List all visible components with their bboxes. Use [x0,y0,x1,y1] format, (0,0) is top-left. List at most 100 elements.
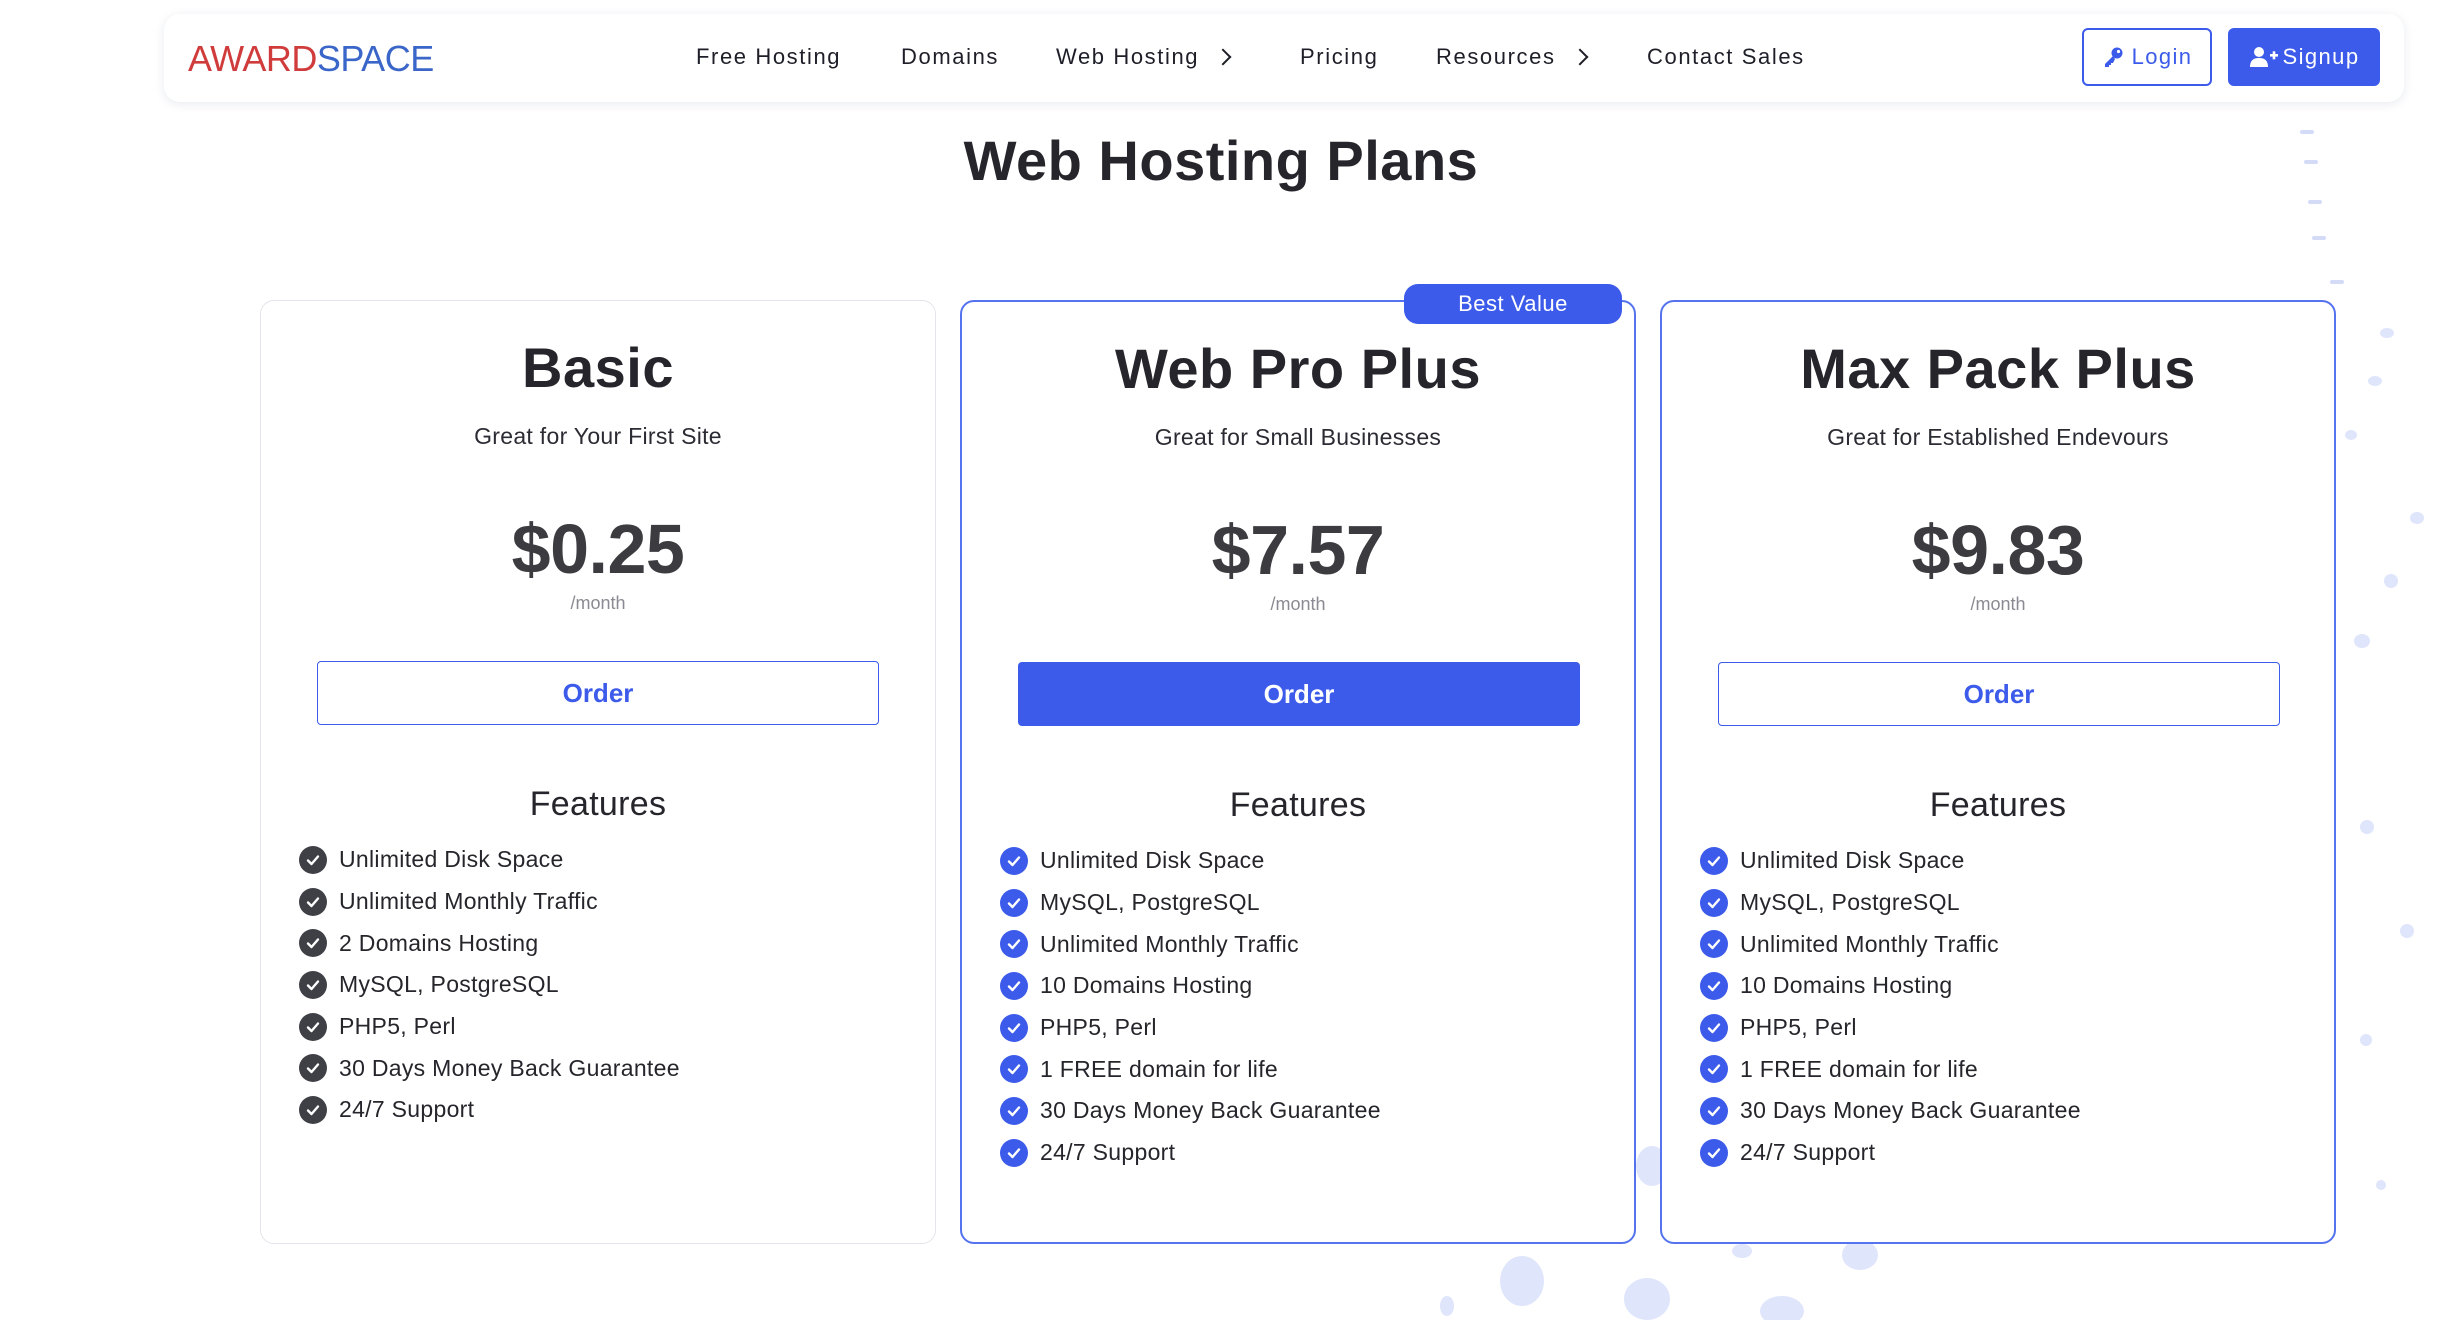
feature-label: PHP5, Perl [1740,1014,1857,1041]
feature-item: 2 Domains Hosting [299,922,680,964]
check-circle-icon [1000,888,1028,917]
signup-button[interactable]: Signup [2228,28,2380,86]
chevron-right-icon [1571,48,1589,66]
check-circle-icon [299,970,327,999]
best-value-badge: Best Value [1404,284,1622,324]
nav-web-hosting[interactable]: Web Hosting [1056,44,1232,70]
feature-label: 24/7 Support [1740,1139,1876,1166]
feature-item: MySQL, PostgreSQL [1700,882,2081,924]
plan-subtitle: Great for Small Businesses [1154,424,1442,450]
nav-label: Resources [1436,44,1556,69]
features-heading: Features [529,785,667,823]
check-circle-icon [299,929,327,958]
feature-label: Unlimited Monthly Traffic [339,888,598,915]
check-circle-icon [1700,1055,1728,1084]
plan-price: $0.25 [511,510,685,588]
feature-label: Unlimited Disk Space [1040,847,1265,874]
nav-free-hosting[interactable]: Free Hosting [696,44,841,70]
feature-label: Unlimited Disk Space [339,846,564,873]
check-circle-icon [1000,846,1028,875]
plan-subtitle: Great for Your First Site [474,423,722,449]
nav-links: Free Hosting Domains Web Hosting Pricing… [164,14,2404,102]
feature-list: Unlimited Disk Space Unlimited Monthly Tr… [299,839,680,1131]
check-circle-icon [299,1095,327,1124]
features-heading: Features [1229,786,1367,824]
plan-card-web-pro-plus: Best Value Web Pro Plus Great for Small … [960,284,1636,1244]
feature-item: Unlimited Monthly Traffic [1000,923,1381,965]
feature-label: PHP5, Perl [1040,1014,1157,1041]
check-circle-icon [1000,1013,1028,1042]
nav-label: Free Hosting [696,44,842,69]
feature-label: 30 Days Money Back Guarantee [1040,1097,1381,1124]
feature-label: 10 Domains Hosting [1040,972,1253,999]
feature-item: MySQL, PostgreSQL [299,964,680,1006]
feature-item: 30 Days Money Back Guarantee [1000,1090,1381,1132]
feature-label: 1 FREE domain for life [1740,1055,1978,1082]
feature-label: 10 Domains Hosting [1740,972,1953,999]
order-button-max-pack-plus[interactable]: Order [1718,662,2280,726]
feature-label: 2 Domains Hosting [339,929,539,956]
feature-item: PHP5, Perl [1700,1007,2081,1049]
check-circle-icon [1700,930,1728,959]
feature-label: 24/7 Support [1040,1139,1176,1166]
plan-name: Web Pro Plus [1115,337,1481,400]
check-circle-icon [1700,846,1728,875]
nav-domains[interactable]: Domains [901,44,999,70]
check-circle-icon [1700,1096,1728,1125]
check-circle-icon [299,887,327,916]
nav-label: Domains [901,44,1000,69]
feature-item: 30 Days Money Back Guarantee [299,1047,680,1089]
nav-label: Pricing [1300,44,1379,69]
check-circle-icon [299,1054,327,1083]
feature-label: 30 Days Money Back Guarantee [1740,1097,2081,1124]
plan-card-max-pack-plus: Max Pack Plus Great for Established Ende… [1660,300,2336,1244]
check-circle-icon [1700,1138,1728,1167]
feature-label: PHP5, Perl [339,1013,456,1040]
feature-label: 24/7 Support [339,1096,475,1123]
feature-label: MySQL, PostgreSQL [1740,889,1960,916]
feature-label: 30 Days Money Back Guarantee [339,1054,680,1081]
order-button-basic[interactable]: Order [317,661,879,725]
feature-item: 1 FREE domain for life [1000,1048,1381,1090]
feature-item: Unlimited Disk Space [1000,840,1381,882]
user-plus-icon [2249,47,2278,67]
nav-pricing[interactable]: Pricing [1300,44,1378,70]
feature-label: MySQL, PostgreSQL [339,971,559,998]
check-circle-icon [1000,971,1028,1000]
check-circle-icon [1000,1138,1028,1167]
check-circle-icon [1700,888,1728,917]
feature-item: PHP5, Perl [299,1006,680,1048]
chevron-right-icon [1214,48,1232,66]
feature-item: Unlimited Monthly Traffic [1700,923,2081,965]
order-button-web-pro-plus[interactable]: Order [1018,662,1580,726]
check-circle-icon [1700,971,1728,1000]
check-circle-icon [1000,1055,1028,1084]
check-circle-icon [299,845,327,874]
feature-label: MySQL, PostgreSQL [1040,889,1260,916]
signup-label: Signup [2282,44,2360,69]
feature-label: Unlimited Monthly Traffic [1040,930,1299,957]
nav-resources[interactable]: Resources [1436,44,1589,70]
plan-period: /month [570,593,626,613]
top-navbar: AWARD SPACE Free Hosting Domains Web Host… [164,14,2404,102]
nav-label: Contact Sales [1647,44,1805,69]
check-circle-icon [1700,1013,1728,1042]
feature-label: Unlimited Disk Space [1740,847,1965,874]
feature-item: PHP5, Perl [1000,1007,1381,1049]
login-label: Login [2131,44,2193,69]
feature-item: 1 FREE domain for life [1700,1048,2081,1090]
nav-contact-sales[interactable]: Contact Sales [1647,44,1805,70]
feature-list: Unlimited Disk Space MySQL, PostgreSQL Unl… [1700,840,2081,1174]
nav-label: Web Hosting [1056,44,1200,69]
key-icon [2104,47,2123,67]
feature-item: 10 Domains Hosting [1700,965,2081,1007]
login-button[interactable]: Login [2082,28,2212,86]
plan-price: $7.57 [1211,511,1385,589]
plan-period: /month [1270,594,1326,614]
plan-name: Basic [522,336,674,399]
plan-price: $9.83 [1911,511,2085,589]
feature-item: 10 Domains Hosting [1000,965,1381,1007]
plan-subtitle: Great for Established Endevours [1827,424,2169,450]
feature-list: Unlimited Disk Space MySQL, PostgreSQL Unl… [1000,840,1381,1174]
feature-item: Unlimited Monthly Traffic [299,881,680,923]
